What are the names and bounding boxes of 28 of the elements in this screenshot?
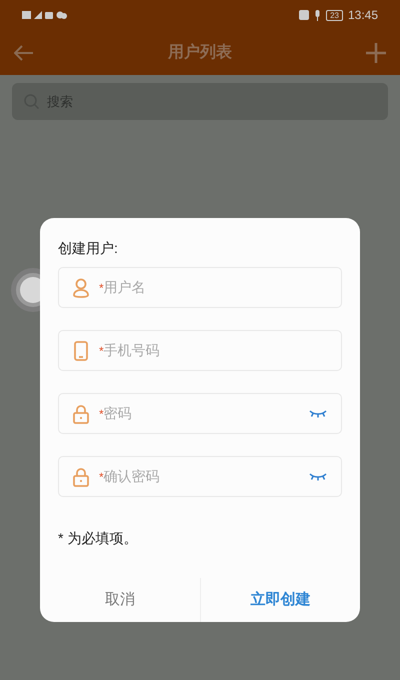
add-icon[interactable] [366,42,386,62]
page-title: 用户列表 [168,42,232,62]
field-placeholder: 手机号码 [104,341,160,360]
required-mark: * [99,280,104,296]
closed-eye-icon[interactable] [309,410,327,418]
required-note: * 为必填项。 [58,529,138,548]
required-mark: * [99,468,104,486]
battery-level: 23 [326,10,343,20]
dialog-title: 创建用户: [58,239,119,258]
phone-icon [74,340,88,360]
field-placeholder: 确认密码 [104,467,160,486]
closed-eye-icon[interactable] [309,472,327,480]
input-field[interactable]: *密码 [58,393,342,434]
input-field[interactable]: *手机号码 [58,330,342,371]
input-field[interactable]: *确认密码 [58,456,342,497]
create-button[interactable]: 立即创建 [200,578,360,622]
cancel-button[interactable]: 取消 [40,578,200,622]
required-mark: * [99,344,104,360]
lock-icon [73,466,89,486]
field-placeholder: 用户名 [104,278,146,297]
microphone-icon [314,10,322,20]
field-placeholder: 密码 [104,404,132,423]
back-arrow-icon[interactable] [14,44,34,60]
user-icon [72,278,90,298]
status-time: 13:45 [348,7,378,24]
required-mark: * [99,406,104,422]
lock-icon [73,404,89,424]
input-field[interactable]: *用户名 [58,267,342,308]
